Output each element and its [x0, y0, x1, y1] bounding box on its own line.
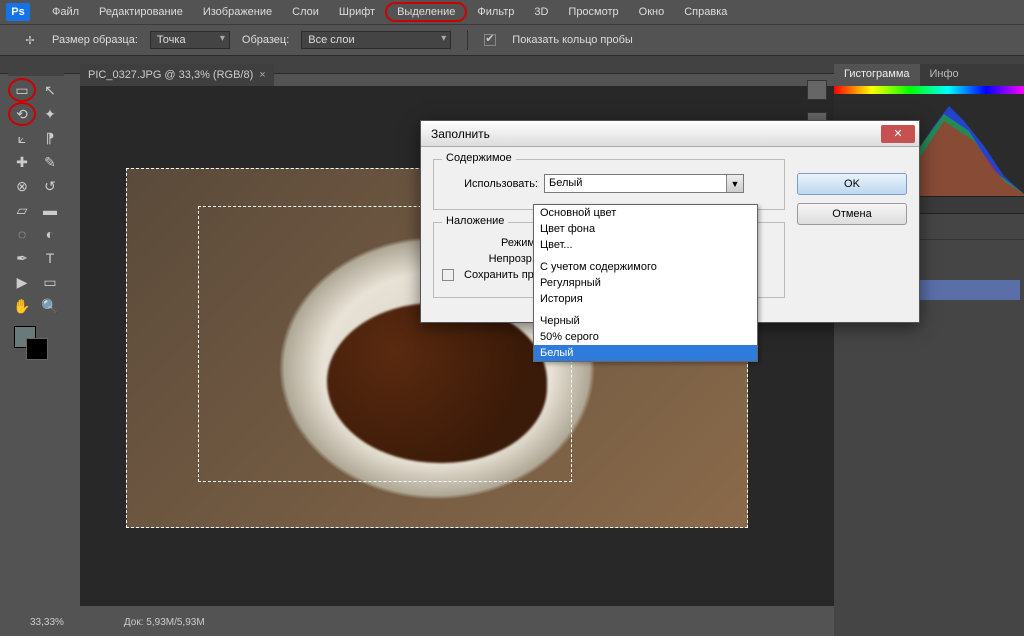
dropdown-option[interactable]: 50% серого	[534, 329, 757, 345]
status-doc: Док: 5,93M/5,93M	[124, 617, 205, 628]
crop-tool[interactable]: ⟀	[8, 126, 36, 150]
marquee-tool[interactable]: ▭	[8, 78, 36, 102]
color-swatches[interactable]	[8, 322, 64, 362]
eyedropper-tool[interactable]: ⁋	[36, 126, 64, 150]
menu-edit[interactable]: Редактирование	[89, 2, 193, 22]
document-tab[interactable]: PIC_0327.JPG @ 33,3% (RGB/8) ×	[80, 64, 274, 86]
app-logo: Ps	[6, 3, 30, 21]
preserve-label: Сохранить пр	[464, 269, 534, 281]
tab-info[interactable]: Инфо	[920, 64, 969, 86]
show-ring-label: Показать кольцо пробы	[512, 34, 633, 46]
menu-window[interactable]: Окно	[629, 2, 675, 22]
hand-tool[interactable]: ✋	[8, 294, 36, 318]
dropdown-option[interactable]: Черный	[534, 313, 757, 329]
use-label: Использовать:	[442, 178, 538, 190]
lasso-tool[interactable]: ⟲	[8, 102, 36, 126]
history-brush-tool[interactable]: ↺	[36, 174, 64, 198]
wand-tool[interactable]: ✦	[36, 102, 64, 126]
menu-type[interactable]: Шрифт	[329, 2, 385, 22]
cancel-button[interactable]: Отмена	[797, 203, 907, 225]
menu-filter[interactable]: Фильтр	[467, 2, 524, 22]
document-tab-bar: PIC_0327.JPG @ 33,3% (RGB/8) ×	[80, 64, 274, 86]
use-select[interactable]: Белый ▼	[544, 174, 744, 193]
gradient-tool[interactable]: ▬	[36, 198, 64, 222]
document-tab-close[interactable]: ×	[259, 69, 265, 81]
type-tool[interactable]: T	[36, 246, 64, 270]
shape-tool[interactable]: ▭	[36, 270, 64, 294]
eraser-tool[interactable]: ▱	[8, 198, 36, 222]
brush-tool[interactable]: ✎	[36, 150, 64, 174]
healing-tool[interactable]: ✚	[8, 150, 36, 174]
toolbox-grip[interactable]	[8, 64, 64, 76]
dodge-tool[interactable]: ◐	[36, 222, 64, 246]
dialog-titlebar[interactable]: Заполнить ✕	[421, 121, 919, 147]
tab-histogram[interactable]: Гистограмма	[834, 64, 920, 86]
sample-select[interactable]: Все слои	[301, 31, 451, 49]
background-swatch[interactable]	[26, 338, 48, 360]
sample-label: Образец:	[242, 34, 289, 46]
dialog-title: Заполнить	[431, 127, 490, 141]
menu-3d[interactable]: 3D	[524, 2, 558, 22]
zoom-tool[interactable]: 🔍	[36, 294, 64, 318]
pen-tool[interactable]: ✒	[8, 246, 36, 270]
contents-legend: Содержимое	[442, 152, 516, 164]
dropdown-option[interactable]: Основной цвет	[534, 205, 757, 221]
mode-label: Режим:	[442, 237, 538, 249]
use-dropdown-list: Основной цвет Цвет фона Цвет... С учетом…	[533, 204, 758, 362]
blend-legend: Наложение	[442, 215, 508, 227]
use-select-value: Белый	[549, 177, 582, 189]
options-bar: ✢ Размер образца: Точка Образец: Все сло…	[0, 24, 1024, 56]
menu-view[interactable]: Просмотр	[558, 2, 628, 22]
menu-layer[interactable]: Слои	[282, 2, 329, 22]
dock-icon-1[interactable]	[807, 80, 827, 100]
stamp-tool[interactable]: ⊗	[8, 174, 36, 198]
menu-select[interactable]: Выделение	[385, 2, 467, 22]
status-zoom: 33,33%	[30, 617, 64, 628]
path-select-tool[interactable]: ▶	[8, 270, 36, 294]
menu-image[interactable]: Изображение	[193, 2, 282, 22]
eyedropper-icon: ✢	[20, 30, 40, 50]
blur-tool[interactable]: ◌	[8, 222, 36, 246]
document-tab-title: PIC_0327.JPG @ 33,3% (RGB/8)	[88, 69, 253, 81]
dropdown-option[interactable]: Цвет фона	[534, 221, 757, 237]
menu-help[interactable]: Справка	[674, 2, 737, 22]
toolbox: ▭ ↖ ⟲ ✦ ⟀ ⁋ ✚ ✎ ⊗ ↺ ▱ ▬ ◌ ◐ ✒ T ▶ ▭ ✋ 🔍	[8, 78, 64, 362]
menubar: Ps Файл Редактирование Изображение Слои …	[0, 0, 1024, 24]
move-tool[interactable]: ↖	[36, 78, 64, 102]
menu-file[interactable]: Файл	[42, 2, 89, 22]
ok-button[interactable]: OK	[797, 173, 907, 195]
chevron-down-icon: ▼	[726, 175, 743, 192]
preserve-checkbox[interactable]	[442, 269, 454, 281]
status-bar: 33,33% Док: 5,93M/5,93M	[0, 612, 205, 632]
dropdown-option[interactable]: История	[534, 291, 757, 307]
dropdown-option-selected[interactable]: Белый	[534, 345, 757, 361]
dialog-close-button[interactable]: ✕	[881, 125, 915, 143]
sample-size-label: Размер образца:	[52, 34, 138, 46]
opacity-label: Непрозр.:	[442, 253, 538, 265]
dropdown-option[interactable]: С учетом содержимого	[534, 259, 757, 275]
show-ring-checkbox[interactable]	[484, 34, 496, 46]
dropdown-option[interactable]: Регулярный	[534, 275, 757, 291]
dropdown-option[interactable]: Цвет...	[534, 237, 757, 253]
sample-size-select[interactable]: Точка	[150, 31, 230, 49]
